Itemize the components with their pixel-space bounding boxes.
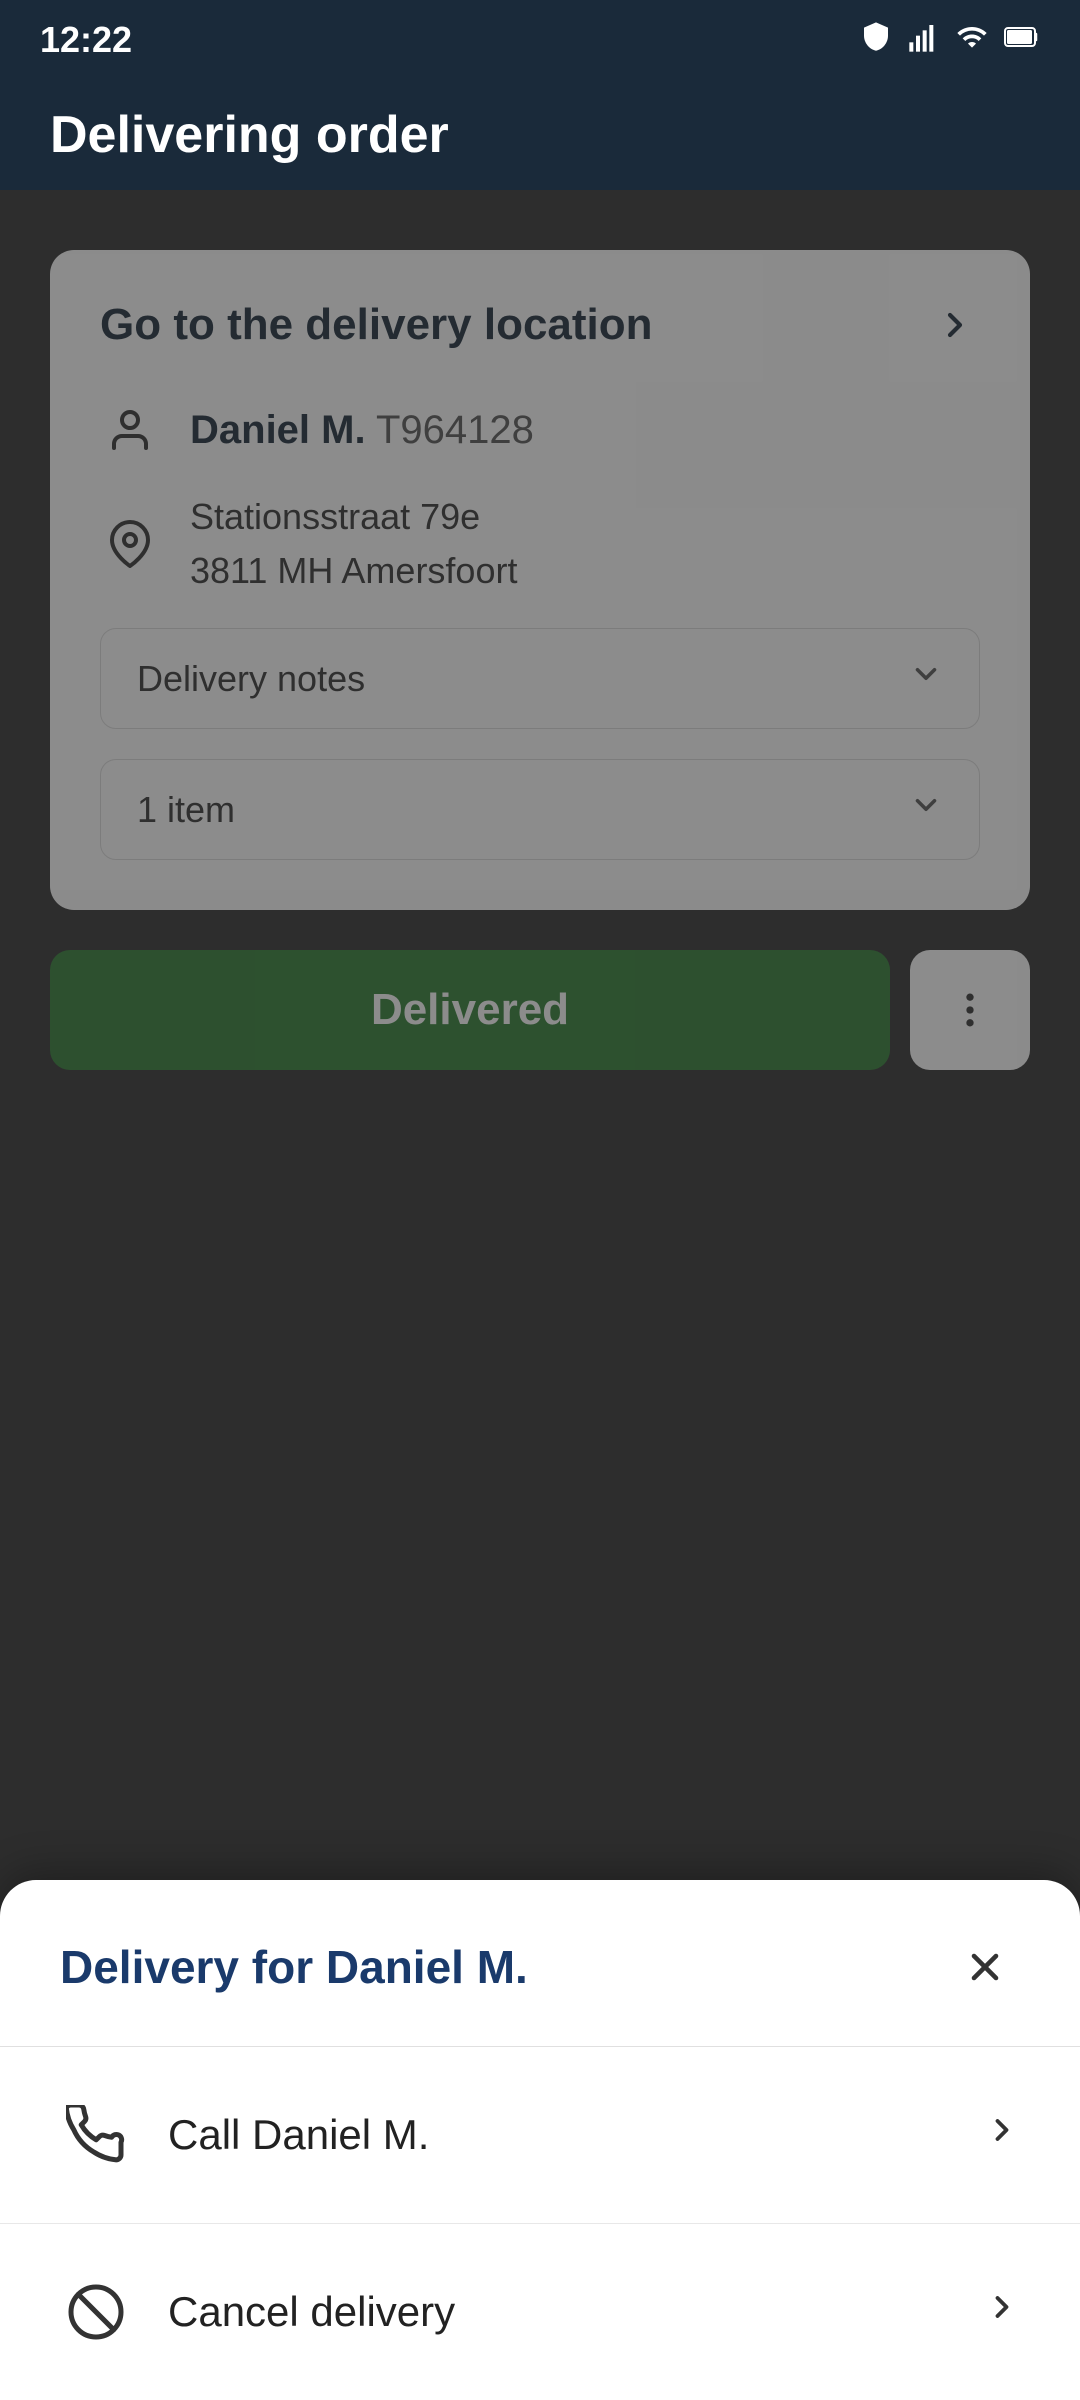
cancel-item-left: Cancel delivery: [60, 2276, 455, 2348]
cancel-chevron-icon: [984, 2289, 1020, 2335]
cancel-item[interactable]: Cancel delivery: [0, 2224, 1080, 2400]
more-button[interactable]: [910, 950, 1030, 1070]
sheet-title: Delivery for Daniel M.: [60, 1940, 528, 1994]
address-text: Stationsstraat 79e 3811 MH Amersfoort: [190, 490, 517, 598]
call-item[interactable]: Call Daniel M.: [0, 2047, 1080, 2224]
customer-id: T964128: [376, 408, 534, 452]
address-row: Stationsstraat 79e 3811 MH Amersfoort: [100, 490, 980, 598]
shield-icon: [860, 21, 892, 60]
battery-icon: [1004, 23, 1040, 58]
customer-row: Daniel M. T964128: [100, 400, 980, 460]
customer-name: Daniel M. T964128: [190, 408, 534, 453]
phone-icon: [60, 2099, 132, 2171]
address-street: Stationsstraat 79e: [190, 490, 517, 544]
status-bar: 12:22: [0, 0, 1080, 80]
call-chevron-icon: [984, 2112, 1020, 2158]
call-item-left: Call Daniel M.: [60, 2099, 429, 2171]
app-title: Delivering order: [50, 105, 449, 165]
chevron-down-icon: [909, 657, 943, 700]
status-icons: [860, 21, 1040, 60]
location-icon: [100, 514, 160, 574]
status-time: 12:22: [40, 19, 132, 61]
delivered-button[interactable]: Delivered: [50, 950, 890, 1070]
wifi-icon: [956, 21, 988, 60]
person-icon: [100, 400, 160, 460]
main-content: Go to the delivery location Daniel M. T9…: [0, 190, 1080, 1110]
bottom-sheet: Delivery for Daniel M. Call Daniel M.: [0, 1880, 1080, 2400]
delivery-notes-label: Delivery notes: [137, 658, 365, 700]
cancel-label: Cancel delivery: [168, 2288, 455, 2336]
items-chevron-icon: [909, 788, 943, 831]
close-button[interactable]: [950, 1932, 1020, 2002]
card-location-title: Go to the delivery location: [100, 300, 653, 350]
delivery-notes-section[interactable]: Delivery notes: [100, 628, 980, 729]
action-row: Delivered: [50, 950, 1030, 1070]
address-city: 3811 MH Amersfoort: [190, 544, 517, 598]
signal-icon: [908, 21, 940, 60]
cancel-circle-icon: [60, 2276, 132, 2348]
app-header: Delivering order: [0, 80, 1080, 190]
call-label: Call Daniel M.: [168, 2111, 429, 2159]
chevron-right-icon: [930, 300, 980, 350]
items-section[interactable]: 1 item: [100, 759, 980, 860]
sheet-header: Delivery for Daniel M.: [0, 1880, 1080, 2047]
delivery-card: Go to the delivery location Daniel M. T9…: [50, 250, 1030, 910]
items-label: 1 item: [137, 789, 235, 831]
card-header: Go to the delivery location: [100, 300, 980, 350]
